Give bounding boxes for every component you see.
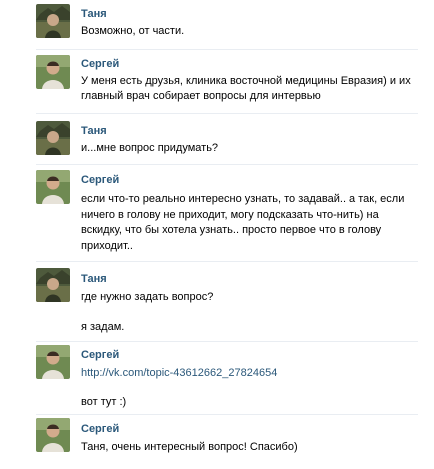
message-author[interactable]: Сергей: [81, 173, 119, 187]
separator: [36, 261, 418, 262]
avatar-sergey[interactable]: [36, 55, 70, 89]
tanya-avatar: [36, 121, 70, 155]
sergey-avatar: [36, 170, 70, 204]
message-author[interactable]: Таня: [81, 7, 107, 21]
topic-link[interactable]: http://vk.com/topic-43612662_27824654: [81, 366, 277, 380]
message-text: приходит..: [81, 240, 133, 252]
message-text: и...мне вопрос придумать?: [81, 142, 219, 154]
avatar-sergey[interactable]: [36, 418, 70, 452]
message-author[interactable]: Сергей: [81, 57, 119, 71]
message-text: ничего в голову не приходит, могу подска…: [81, 209, 379, 221]
avatar-tanya[interactable]: [36, 268, 70, 302]
message-author[interactable]: Таня: [81, 124, 107, 138]
separator: [36, 414, 418, 415]
message-text: если что-то реально интересно узнать, то…: [81, 193, 405, 205]
message-text: вскидку, что бы хотела узнать.. просто п…: [81, 224, 382, 236]
message-author[interactable]: Сергей: [81, 422, 119, 436]
message-text: вот тут :): [81, 396, 127, 408]
message-text: Таня, очень интересный вопрос! Спасибо): [81, 441, 298, 453]
separator: [36, 164, 418, 165]
avatar-tanya[interactable]: [36, 121, 70, 155]
tanya-avatar: [36, 268, 70, 302]
tanya-avatar: [36, 4, 70, 38]
message-author[interactable]: Сергей: [81, 348, 119, 362]
avatar-sergey[interactable]: [36, 345, 70, 379]
message-text: Возможно, от части.: [81, 25, 185, 37]
sergey-avatar: [36, 345, 70, 379]
message-text: где нужно задать вопрос?: [81, 291, 214, 303]
separator: [36, 341, 418, 342]
sergey-avatar: [36, 55, 70, 89]
message-text: главный врач собирает вопросы для интерв…: [81, 90, 321, 102]
chat-log: Таня Возможно, от части. Сергей У меня е…: [0, 0, 434, 469]
avatar-tanya[interactable]: [36, 4, 70, 38]
separator: [36, 113, 418, 114]
avatar-sergey[interactable]: [36, 170, 70, 204]
message-text: У меня есть друзья, клиника восточной ме…: [81, 75, 411, 87]
message-author[interactable]: Таня: [81, 272, 107, 286]
sergey-avatar: [36, 418, 70, 452]
message-text: я задам.: [81, 321, 125, 333]
separator: [36, 49, 418, 50]
